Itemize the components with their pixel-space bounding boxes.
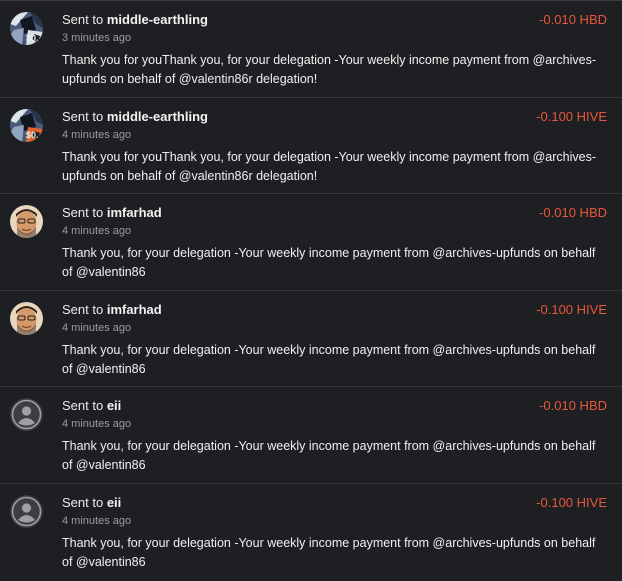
- recipient-account-link[interactable]: middle-earthling: [107, 12, 208, 27]
- recipient-account-link[interactable]: imfarhad: [107, 205, 162, 220]
- transfer-amount: -0.100 HIVE: [536, 494, 607, 510]
- transfer-memo: Thank you, for your delegation -Your wee…: [62, 439, 596, 473]
- transfer-timestamp: 4 minutes ago: [62, 418, 132, 431]
- transfer-memo: Thank you for youThank you, for your del…: [62, 53, 597, 86]
- transaction-row: $0. Sent to middle-earthling -0.010 HBD …: [0, 1, 622, 98]
- transfer-timestamp: 4 minutes ago: [62, 514, 132, 527]
- transaction-row: Sent to imfarhad -0.010 HBD 4 minutes ag…: [0, 194, 622, 291]
- default-user-avatar-graphic: [10, 494, 43, 528]
- photo-avatar-icon[interactable]: [10, 301, 43, 335]
- transaction-row: Sent to eii -0.100 HIVE 4 minutes ago Th…: [0, 484, 622, 581]
- transfer-amount: -0.100 HIVE: [536, 108, 607, 124]
- recipient-account-link[interactable]: imfarhad: [107, 302, 162, 317]
- transfer-title: Sent to imfarhad: [62, 205, 162, 221]
- transfer-amount: -0.100 HIVE: [536, 301, 607, 317]
- default-user-avatar-graphic: [10, 398, 43, 432]
- transaction-row: Sent to imfarhad -0.100 HIVE 4 minutes a…: [0, 291, 622, 388]
- photo-avatar-icon[interactable]: [10, 205, 43, 239]
- recipient-account-link[interactable]: middle-earthling: [107, 109, 208, 124]
- default-user-avatar-icon[interactable]: [10, 398, 43, 432]
- transfer-memo: Thank you for youThank you, for your del…: [62, 149, 597, 183]
- transfer-title: Sent to eii: [62, 398, 121, 414]
- transfer-timestamp: 4 minutes ago: [62, 225, 132, 238]
- default-user-avatar-icon[interactable]: [10, 494, 43, 528]
- recipient-account-link[interactable]: eii: [107, 495, 121, 510]
- transfer-memo: Thank you, for your delegation -Your wee…: [62, 342, 596, 376]
- transaction-row: $0. Sent to middle-earthling -0.100 HIVE…: [0, 98, 622, 195]
- transaction-feed: $0. Sent to middle-earthling -0.010 HBD …: [0, 0, 622, 574]
- artwork-avatar-graphic: $0.: [10, 108, 43, 142]
- transfer-prefix: Sent to: [62, 12, 104, 27]
- transfer-prefix: Sent to: [62, 494, 104, 510]
- transfer-title: Sent to imfarhad: [62, 302, 162, 318]
- photo-avatar-graphic: [10, 205, 43, 239]
- photo-avatar-graphic: [10, 301, 43, 335]
- transfer-prefix: Sent to: [62, 398, 104, 414]
- artwork-avatar-icon[interactable]: $0.: [10, 12, 43, 45]
- transfer-title: Sent to eii: [62, 495, 121, 511]
- transfer-timestamp: 4 minutes ago: [62, 321, 132, 334]
- transfer-amount: -0.010 HBD: [539, 12, 607, 27]
- transfer-prefix: Sent to: [62, 301, 104, 317]
- transfer-amount: -0.010 HBD: [539, 398, 607, 414]
- transfer-timestamp: 4 minutes ago: [62, 128, 132, 141]
- transfer-timestamp: 3 minutes ago: [62, 32, 132, 44]
- transfer-title: Sent to middle-earthling: [62, 12, 208, 28]
- recipient-account-link[interactable]: eii: [107, 398, 121, 413]
- svg-text:$0.: $0.: [26, 130, 39, 140]
- transfer-prefix: Sent to: [62, 205, 104, 221]
- transfer-memo: Thank you, for your delegation -Your wee…: [62, 246, 596, 280]
- transaction-row: Sent to eii -0.010 HBD 4 minutes ago Tha…: [0, 387, 622, 484]
- artwork-avatar-icon[interactable]: $0.: [10, 108, 43, 142]
- transfer-title: Sent to middle-earthling: [62, 109, 208, 125]
- transfer-memo: Thank you, for your delegation -Your wee…: [62, 535, 596, 569]
- transfer-prefix: Sent to: [62, 108, 104, 124]
- transfer-amount: -0.010 HBD: [539, 205, 607, 221]
- svg-text:$0.: $0.: [26, 33, 39, 43]
- artwork-avatar-graphic: $0.: [10, 12, 43, 45]
